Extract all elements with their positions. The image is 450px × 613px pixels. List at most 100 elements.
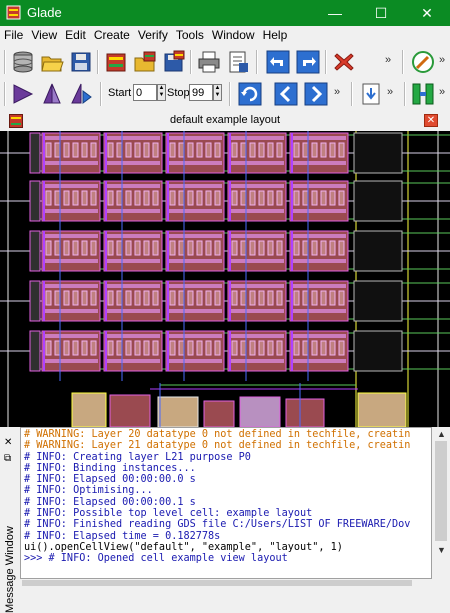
cell-edge bbox=[291, 133, 293, 173]
console-vertical-scrollbar[interactable]: ▲ ▼ bbox=[432, 427, 450, 579]
cell-pin-row bbox=[44, 209, 98, 213]
open-folder-icon[interactable] bbox=[39, 49, 65, 75]
start-input[interactable]: 0 bbox=[133, 84, 157, 101]
message-window-close-icon[interactable]: ✕ bbox=[4, 437, 12, 448]
toolbar2-overflow-icon[interactable]: » bbox=[334, 86, 340, 98]
cell-finger bbox=[125, 290, 132, 306]
console-output[interactable]: # WARNING: Layer 20 datatype 0 not defin… bbox=[20, 427, 432, 579]
toolbar2-overflow-right-icon[interactable]: » bbox=[439, 86, 445, 98]
library-icon[interactable] bbox=[103, 49, 129, 75]
database-icon[interactable] bbox=[10, 49, 36, 75]
minimize-button[interactable]: — bbox=[312, 0, 358, 26]
document-title: default example layout bbox=[169, 114, 281, 126]
cell-finger bbox=[276, 190, 283, 206]
layout-canvas[interactable] bbox=[0, 131, 450, 427]
close-document-icon[interactable]: ✕ bbox=[424, 114, 438, 127]
flip-vertical-icon[interactable] bbox=[39, 81, 65, 107]
start-spinner-arrows[interactable]: ▲ ▼ bbox=[157, 84, 166, 101]
cell-finger bbox=[258, 340, 265, 356]
cell-finger bbox=[338, 240, 345, 256]
menu-tools[interactable]: Tools bbox=[172, 26, 208, 42]
close-button[interactable]: ✕ bbox=[404, 0, 450, 26]
cell-finger bbox=[196, 142, 203, 158]
toolbar2-overflow-mid-icon[interactable]: » bbox=[387, 86, 393, 98]
stop-spinner-arrows[interactable]: ▲ ▼ bbox=[213, 84, 222, 101]
print-icon[interactable] bbox=[196, 49, 222, 75]
cell-finger bbox=[81, 340, 88, 356]
main-toolbar: » » bbox=[0, 46, 450, 78]
cell-finger bbox=[63, 240, 70, 256]
message-window-float-icon[interactable]: ⧉ bbox=[4, 453, 11, 464]
cell-edge bbox=[105, 181, 107, 221]
row-endcap bbox=[29, 230, 41, 272]
menu-window[interactable]: Window bbox=[208, 26, 259, 42]
menu-edit[interactable]: Edit bbox=[61, 26, 90, 42]
cell-finger bbox=[329, 290, 336, 306]
document-tab-bar: default example layout ✕ bbox=[0, 111, 450, 132]
menu-file[interactable]: File bbox=[0, 26, 27, 42]
cell-pin-row bbox=[44, 309, 98, 313]
cell-finger bbox=[178, 340, 185, 356]
io-pad bbox=[71, 392, 107, 427]
cell-pin-row bbox=[168, 234, 222, 238]
cell-pin-row bbox=[168, 136, 222, 140]
cell-finger bbox=[302, 240, 309, 256]
rotate-icon[interactable] bbox=[68, 81, 94, 107]
cell-edge bbox=[291, 281, 293, 321]
cell-finger bbox=[214, 190, 221, 206]
cell-finger bbox=[276, 142, 283, 158]
undo-icon[interactable] bbox=[265, 49, 291, 75]
cell-finger bbox=[54, 340, 61, 356]
cell-edge bbox=[105, 331, 107, 371]
console-hscroll-thumb[interactable] bbox=[22, 580, 412, 586]
cell-edge bbox=[167, 281, 169, 321]
stop-input[interactable]: 99 bbox=[189, 84, 213, 101]
cell-finger bbox=[45, 142, 52, 158]
cell-finger bbox=[125, 190, 132, 206]
cell-finger bbox=[134, 190, 141, 206]
cell-finger bbox=[214, 340, 221, 356]
forward-icon[interactable] bbox=[303, 81, 329, 107]
save-icon[interactable] bbox=[68, 49, 94, 75]
flip-horizontal-icon[interactable] bbox=[10, 81, 36, 107]
console-horizontal-scrollbar[interactable] bbox=[20, 579, 432, 587]
cell-edge bbox=[105, 281, 107, 321]
maximize-button[interactable]: ☐ bbox=[358, 0, 404, 26]
cell-finger bbox=[231, 190, 238, 206]
menu-verify[interactable]: Verify bbox=[134, 26, 172, 42]
cell-edge bbox=[229, 133, 231, 173]
cell-finger bbox=[187, 340, 194, 356]
edit-icon[interactable] bbox=[410, 49, 436, 75]
menu-create[interactable]: Create bbox=[90, 26, 134, 42]
cell-finger bbox=[329, 340, 336, 356]
refresh-icon[interactable] bbox=[237, 81, 263, 107]
cell-pin-row bbox=[106, 136, 160, 140]
cell-pin-row bbox=[106, 359, 160, 363]
delete-icon[interactable] bbox=[331, 49, 357, 75]
back-icon[interactable] bbox=[273, 81, 299, 107]
cell-pin-row bbox=[168, 359, 222, 363]
cell-pin-row bbox=[292, 234, 346, 238]
toolbar1-overflow-right-icon[interactable]: » bbox=[439, 54, 445, 66]
menu-help[interactable]: Help bbox=[259, 26, 292, 42]
window-title: Glade bbox=[27, 5, 62, 20]
export-icon[interactable] bbox=[225, 49, 251, 75]
scroll-up-icon[interactable]: ▲ bbox=[437, 429, 446, 439]
download-icon[interactable] bbox=[358, 81, 384, 107]
cell-pin-row bbox=[168, 161, 222, 165]
cell-finger bbox=[169, 190, 176, 206]
cell-pin-row bbox=[106, 161, 160, 165]
io-cell bbox=[203, 400, 235, 427]
scroll-down-icon[interactable]: ▼ bbox=[437, 545, 446, 555]
console-scroll-thumb[interactable] bbox=[435, 441, 447, 541]
open-cell-icon[interactable] bbox=[132, 49, 158, 75]
menu-view[interactable]: View bbox=[27, 26, 61, 42]
io-pad bbox=[357, 392, 407, 427]
cell-finger bbox=[196, 340, 203, 356]
cell-finger bbox=[187, 190, 194, 206]
cell-pin-row bbox=[292, 309, 346, 313]
save-cell-icon[interactable] bbox=[161, 49, 187, 75]
toolbar1-overflow-icon[interactable]: » bbox=[385, 54, 391, 66]
zoom-fit-icon[interactable] bbox=[410, 81, 436, 107]
redo-icon[interactable] bbox=[295, 49, 321, 75]
